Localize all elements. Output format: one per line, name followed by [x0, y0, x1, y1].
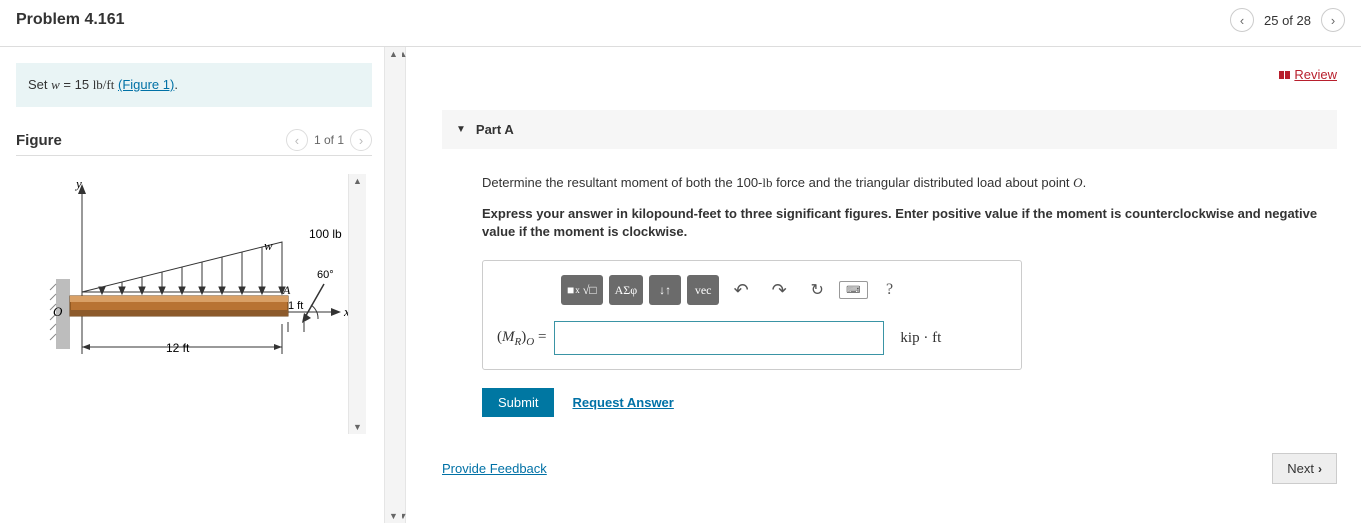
collapse-icon: ▼ [456, 124, 466, 135]
figure-scrollbar[interactable]: ▲ ▼ [348, 174, 366, 434]
svg-text:12 ft: 12 ft [166, 341, 190, 355]
next-problem-button[interactable]: › [1321, 8, 1345, 32]
setup-eq: = 15 [60, 77, 93, 92]
equation-toolbar: ■x√□ ΑΣφ ↓↑ vec ↶ ↷ ↻ ⌨ ? [561, 275, 1007, 305]
problem-nav: ‹ 25 of 28 › [1230, 8, 1345, 32]
figure-prev-button[interactable]: ‹ [286, 129, 308, 151]
keyboard-button[interactable]: ⌨ [839, 281, 867, 299]
provide-feedback-link[interactable]: Provide Feedback [442, 461, 547, 476]
question-text: Determine the resultant moment of both t… [442, 173, 1337, 193]
undo-button[interactable]: ↶ [725, 275, 757, 305]
answer-lhs: (MR)O = [497, 329, 546, 348]
greek-button[interactable]: ΑΣφ [609, 275, 644, 305]
scroll-down-icon[interactable]: ▼ [389, 511, 398, 521]
svg-text:w: w [264, 238, 273, 253]
figure-next-button[interactable]: › [350, 129, 372, 151]
svg-text:60°: 60° [317, 269, 334, 281]
svg-text:y: y [74, 176, 82, 191]
help-button[interactable]: ? [874, 275, 906, 305]
part-header[interactable]: ▼ Part A [442, 110, 1337, 149]
setup-unit: lb/ft [93, 77, 115, 92]
answer-unit: kip · ft [900, 330, 941, 347]
figure-count: 1 of 1 [314, 133, 344, 147]
scroll-up-icon[interactable]: ▲ [389, 49, 398, 59]
chevron-right-icon: › [1318, 462, 1322, 476]
vec-button[interactable]: vec [687, 275, 719, 305]
answer-hint: Express your answer in kilopound-feet to… [442, 205, 1337, 243]
svg-text:O: O [53, 304, 63, 319]
scroll-down-icon[interactable]: ▼ [353, 422, 362, 432]
subsup-button[interactable]: ↓↑ [649, 275, 681, 305]
left-pane-scrollbar[interactable]: ▲ ▼ [384, 47, 402, 523]
figure-heading: Figure [16, 132, 62, 149]
figure-nav: ‹ 1 of 1 › [286, 129, 372, 151]
next-label: Next [1287, 461, 1314, 476]
svg-text:1 ft: 1 ft [288, 300, 303, 312]
review-link[interactable]: Review [1279, 67, 1337, 82]
setup-suffix: . [174, 77, 178, 92]
review-icon [1279, 71, 1290, 79]
scroll-up-icon[interactable]: ▲ [353, 176, 362, 186]
answer-box: ■x√□ ΑΣφ ↓↑ vec ↶ ↷ ↻ ⌨ ? (MR)O = kip · … [482, 260, 1022, 370]
submit-button[interactable]: Submit [482, 388, 554, 417]
prev-problem-button[interactable]: ‹ [1230, 8, 1254, 32]
progress-text: 25 of 28 [1264, 13, 1311, 28]
template-button[interactable]: ■x√□ [561, 275, 603, 305]
figure-divider [16, 155, 372, 156]
review-label: Review [1294, 67, 1337, 82]
figure-diagram: y x O [26, 174, 356, 384]
request-answer-link[interactable]: Request Answer [572, 395, 673, 410]
reset-button[interactable]: ↻ [801, 275, 833, 305]
part-label: Part A [476, 122, 514, 137]
redo-button[interactable]: ↷ [763, 275, 795, 305]
next-button[interactable]: Next › [1272, 453, 1337, 484]
answer-input[interactable] [554, 321, 884, 355]
setup-var: w [51, 77, 60, 92]
setup-prefix: Set [28, 77, 51, 92]
svg-text:A: A [282, 283, 291, 297]
svg-text:100 lb: 100 lb [309, 227, 342, 241]
problem-title: Problem 4.161 [16, 11, 125, 29]
problem-setup-box: Set w = 15 lb/ft (Figure 1). [16, 63, 372, 107]
figure-link[interactable]: (Figure 1) [118, 77, 174, 92]
